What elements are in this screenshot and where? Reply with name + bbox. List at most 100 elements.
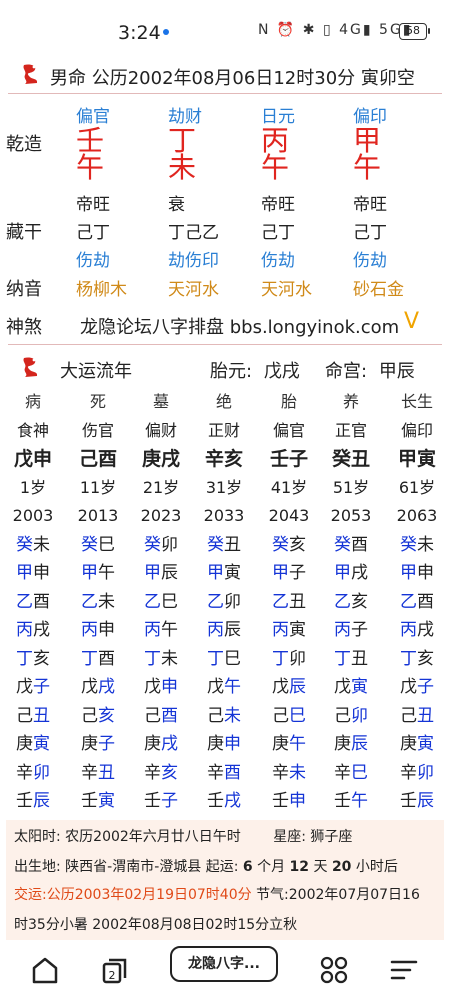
liunian-gan: 癸 — [16, 534, 33, 555]
dayun-state: 墓 — [152, 392, 169, 411]
liunian-item: 乙酉 — [389, 588, 445, 617]
liunian-item: 丁卯 — [261, 645, 317, 674]
pillar-zhi: 午 — [76, 151, 105, 184]
tabs-count-icon[interactable]: 2 — [97, 952, 133, 988]
dayun-age: 1岁 — [19, 477, 47, 497]
dayun-column: 死伤官 己酉 11岁 2013 癸巳 甲午 乙未 丙申 丁酉 戊戌 己亥 庚子 辛丑 壬寅 — [70, 388, 126, 816]
dayun-shishen: 偏印 — [400, 420, 433, 440]
check-mark-icon: V — [404, 309, 420, 334]
liunian-gan: 己 — [272, 705, 289, 726]
liunian-item: 丁亥 — [5, 645, 61, 674]
liunian-zhi: 丑 — [224, 534, 241, 555]
liunian-item: 甲申 — [389, 559, 445, 588]
pillar-state: 衰 — [168, 195, 185, 215]
liunian-gan: 甲 — [334, 563, 351, 583]
liunian-item: 壬寅 — [70, 787, 126, 816]
liunian-zhi: 午 — [351, 791, 368, 811]
liunian-item: 甲申 — [5, 559, 61, 588]
liunian-gan: 辛 — [16, 762, 33, 783]
liunian-item: 丙戌 — [5, 616, 61, 645]
liunian-gan: 己 — [334, 705, 351, 726]
pillar-state: 帝旺 — [76, 195, 110, 215]
liunian-item: 丁亥 — [389, 645, 445, 674]
liunian-gan: 庚 — [16, 734, 33, 754]
liunian-gan: 乙 — [81, 591, 98, 612]
liunian-gan: 丁 — [144, 648, 161, 669]
pillar-canggan: 己丁 — [353, 223, 387, 243]
liunian-zhi: 戌 — [224, 791, 241, 811]
liunian-gan: 甲 — [16, 563, 33, 583]
divider — [8, 344, 442, 345]
dragon-logo-icon — [18, 354, 44, 380]
pillar-canggan-shishen: 劫伤印 — [168, 251, 219, 271]
dayun-ganzhi: 壬子 — [269, 448, 308, 470]
liunian-item: 乙酉 — [5, 588, 61, 617]
liunian-zhi: 亥 — [417, 648, 434, 669]
liunian-gan: 丙 — [144, 620, 161, 640]
liunian-gan: 丙 — [334, 620, 351, 640]
liunian-item: 庚申 — [196, 730, 252, 759]
liunian-gan: 戊 — [144, 677, 161, 697]
liunian-zhi: 卯 — [289, 648, 306, 669]
liunian-gan: 乙 — [144, 591, 161, 612]
liunian-zhi: 未 — [98, 591, 115, 612]
taiyuan-value: 戊戌 — [263, 361, 300, 382]
liunian-gan: 丁 — [400, 648, 417, 669]
liunian-gan: 甲 — [400, 563, 417, 583]
dayun-year: 2043 — [268, 506, 310, 525]
dayun-ganzhi: 甲寅 — [397, 448, 436, 470]
pillar-canggan: 己丁 — [76, 223, 110, 243]
dayun-column: 绝正财 辛亥 31岁 2033 癸丑 甲寅 乙卯 丙辰 丁巳 戊午 己未 庚申 辛酉 壬戌 — [196, 388, 252, 816]
location-dot-icon — [163, 29, 169, 35]
liunian-gan: 辛 — [81, 762, 98, 783]
dayun-age: 61岁 — [398, 477, 436, 497]
pillar-canggan-shishen: 伤劫 — [353, 251, 387, 271]
liunian-zhi: 戌 — [98, 677, 115, 697]
liunian-gan: 壬 — [16, 791, 33, 811]
liunian-zhi: 酉 — [33, 591, 50, 612]
liunian-zhi: 巳 — [98, 534, 115, 555]
pillar-zhi: 午 — [353, 151, 382, 184]
dayun-column: 长生 偏印 甲寅 61岁 2063 癸未 甲申 乙酉 丙戌 丁亥 戊子 己丑 庚寅 辛卯 壬辰 — [389, 388, 445, 816]
liunian-zhi: 寅 — [289, 620, 306, 640]
liunian-gan: 壬 — [272, 791, 289, 811]
minggong-value: 甲辰 — [378, 361, 415, 382]
solar-time: 太阳时: 农历2002年六月廿八日午时 — [14, 829, 241, 845]
liunian-gan: 乙 — [16, 591, 33, 612]
liunian-gan: 丙 — [16, 620, 33, 640]
liunian-item: 癸未 — [389, 531, 445, 560]
liunian-zhi: 辰 — [33, 791, 50, 811]
dayun-year: 2053 — [330, 506, 372, 525]
liunian-item: 乙丑 — [261, 588, 317, 617]
current-tab-button[interactable]: 龙隐八字... — [170, 946, 278, 982]
dayun-state: 绝 — [215, 392, 232, 411]
liunian-gan: 丙 — [272, 620, 289, 640]
liunian-item: 庚寅 — [389, 730, 445, 759]
liunian-gan: 壬 — [400, 791, 417, 811]
pillar-canggan-shishen: 伤劫 — [76, 251, 110, 271]
menu-icon[interactable] — [386, 952, 422, 988]
liunian-zhi: 午 — [161, 620, 178, 640]
liunian-gan: 庚 — [207, 734, 224, 754]
dayun-ganzhi: 己酉 — [78, 448, 117, 470]
liunian-item: 癸未 — [5, 531, 61, 560]
dayun-age: 41岁 — [270, 477, 308, 497]
liunian-zhi: 申 — [289, 791, 306, 811]
liunian-item: 己卯 — [323, 702, 379, 731]
liunian-item: 丁未 — [133, 645, 189, 674]
apps-grid-icon[interactable] — [316, 952, 352, 988]
liunian-gan: 己 — [144, 705, 161, 726]
liunian-zhi: 子 — [351, 620, 368, 640]
liunian-item: 甲子 — [261, 559, 317, 588]
liunian-zhi: 酉 — [161, 705, 178, 726]
liunian-zhi: 辰 — [289, 677, 306, 697]
liunian-zhi: 戌 — [351, 563, 368, 583]
home-icon[interactable] — [27, 952, 63, 988]
liunian-item: 甲辰 — [133, 559, 189, 588]
liunian-gan: 甲 — [272, 563, 289, 583]
liunian-zhi: 寅 — [33, 734, 50, 754]
shensha-link[interactable]: 龙隐论坛八字排盘 bbs.longyinok.com — [80, 313, 399, 339]
liunian-zhi: 未 — [289, 762, 306, 783]
liunian-item: 壬申 — [261, 787, 317, 816]
liunian-item: 丁酉 — [70, 645, 126, 674]
